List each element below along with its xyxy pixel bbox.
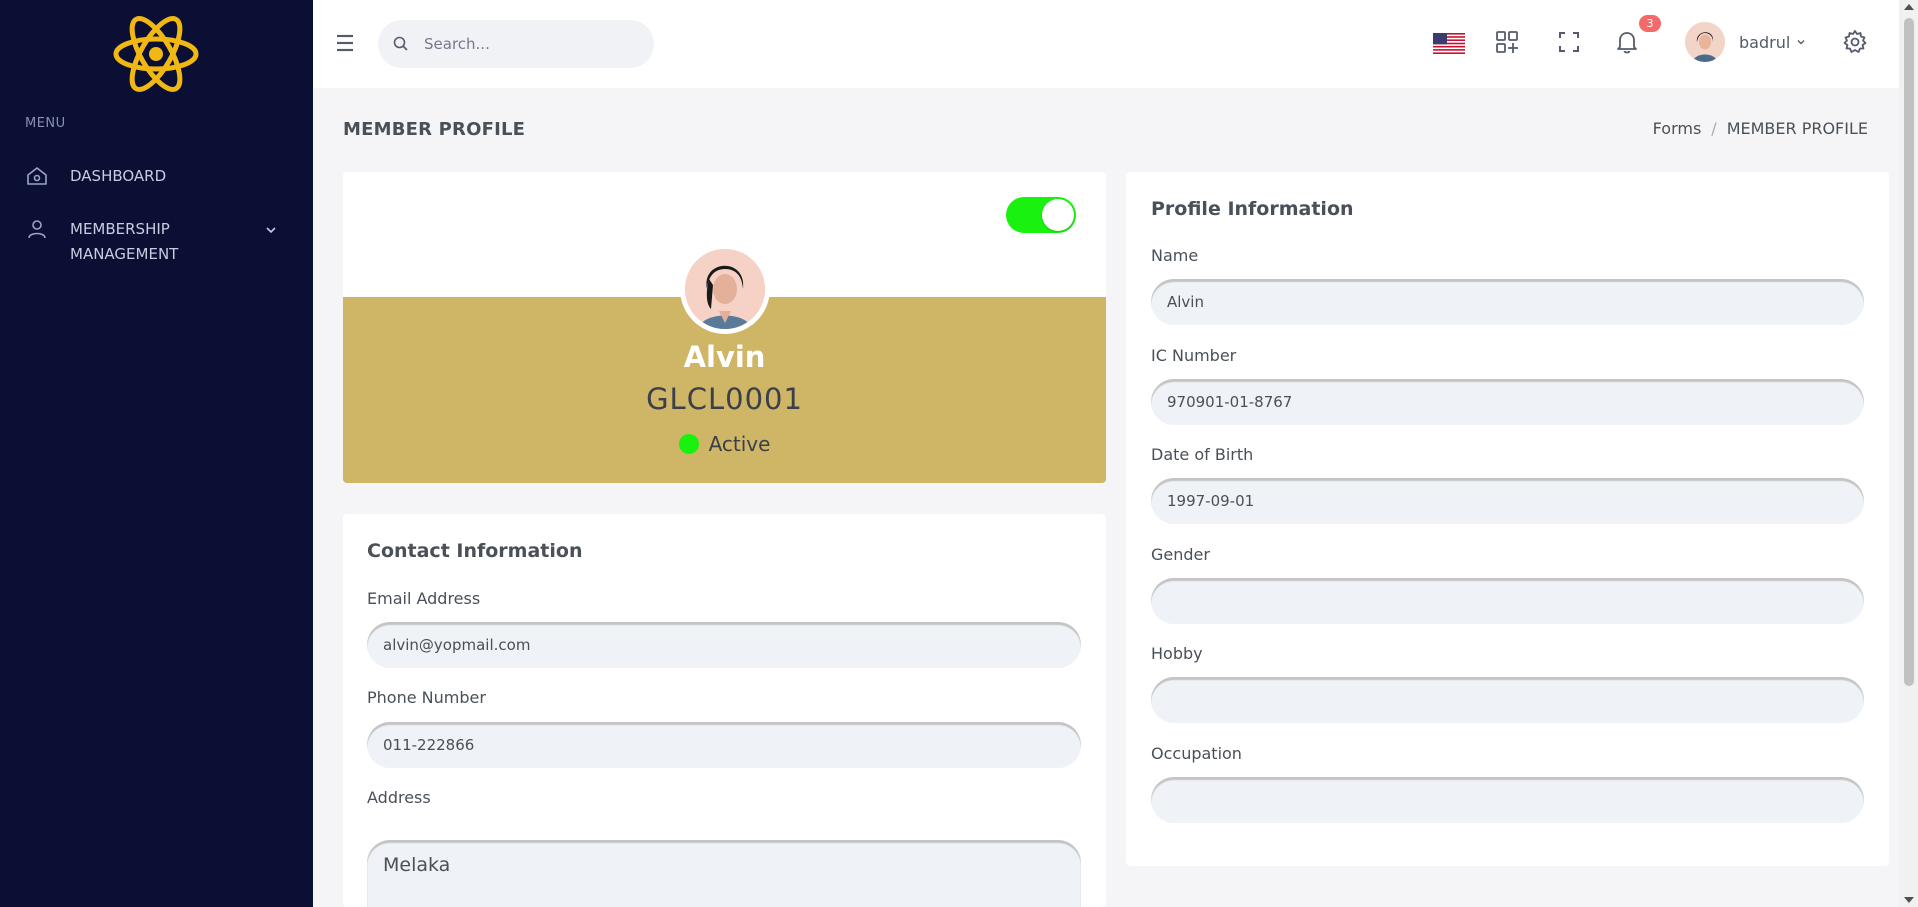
bell-icon[interactable] [1613, 28, 1641, 56]
topbar: 3 badrul [313, 0, 1899, 88]
us-flag-icon[interactable] [1433, 33, 1465, 54]
date-of-birth-label: Date of Birth [1151, 445, 1254, 464]
profile-avatar [680, 244, 770, 334]
scrollbar-thumb[interactable] [1904, 18, 1914, 686]
ic-number-field[interactable] [1151, 379, 1864, 425]
home-icon [27, 167, 47, 185]
member-id: GLCL0001 [646, 382, 803, 416]
sidebar: MENU DASHBOARD MEMBERSHIP MANAGEMENT [0, 0, 313, 907]
profile-summary-card: Alvin GLCL0001 Active [343, 172, 1106, 483]
profile-information-card: Profile Information Name IC Number Date … [1126, 172, 1889, 866]
apps-grid-icon[interactable] [1493, 28, 1521, 56]
card-title: Contact Information [367, 540, 583, 562]
chevron-down-icon [1797, 40, 1805, 45]
search-box [378, 20, 654, 68]
breadcrumb: Forms / MEMBER PROFILE [1653, 119, 1868, 138]
chevron-down-icon[interactable] [264, 223, 278, 237]
scroll-up-arrow-icon[interactable] [1904, 4, 1914, 10]
ic-number-label: IC Number [1151, 346, 1237, 365]
occupation-label: Occupation [1151, 744, 1242, 763]
page-title: MEMBER PROFILE [343, 119, 526, 140]
breadcrumb-item-current: MEMBER PROFILE [1726, 119, 1868, 138]
avatar [1685, 22, 1725, 62]
sidebar-item-membership-management[interactable]: MEMBERSHIP MANAGEMENT [25, 217, 210, 267]
fullscreen-icon[interactable] [1555, 28, 1583, 56]
react-logo-icon[interactable] [112, 12, 200, 96]
status-dot-icon [678, 434, 699, 454]
card-title: Profile Information [1151, 198, 1354, 220]
username: badrul [1739, 32, 1791, 52]
sidebar-item-dashboard[interactable]: DASHBOARD [25, 164, 210, 189]
date-of-birth-field[interactable] [1151, 478, 1864, 524]
scroll-down-arrow-icon[interactable] [1904, 897, 1914, 903]
address-label: Address [367, 788, 431, 807]
gender-label: Gender [1151, 545, 1210, 564]
phone-field[interactable] [367, 722, 1081, 768]
user-icon [28, 220, 46, 239]
occupation-field[interactable] [1151, 777, 1864, 823]
breadcrumb-item-forms[interactable]: Forms [1653, 119, 1702, 138]
user-menu[interactable]: badrul [1685, 22, 1806, 62]
breadcrumb-separator: / [1711, 119, 1717, 138]
contact-information-card: Contact Information Email Address Phone … [343, 514, 1106, 907]
sidebar-item-label: DASHBOARD [70, 167, 167, 185]
phone-label: Phone Number [367, 688, 486, 707]
search-icon [393, 36, 408, 51]
status-indicator: Active [343, 432, 1106, 456]
name-label: Name [1151, 246, 1199, 265]
email-field[interactable] [367, 622, 1081, 668]
menu-title: MENU [25, 116, 66, 131]
name-field[interactable] [1151, 279, 1864, 325]
gender-field[interactable] [1151, 578, 1864, 624]
search-input[interactable] [424, 35, 624, 53]
notification-badge: 3 [1639, 15, 1661, 32]
toggle-knob [1042, 199, 1074, 231]
hobby-field[interactable] [1151, 677, 1864, 723]
email-label: Email Address [367, 589, 481, 608]
hamburger-menu-icon[interactable] [335, 32, 355, 54]
page-scrollbar[interactable] [1899, 0, 1918, 907]
hobby-label: Hobby [1151, 644, 1203, 663]
sidebar-item-label: MEMBERSHIP MANAGEMENT [70, 220, 179, 263]
address-field[interactable]: Melaka [367, 840, 1081, 907]
status-toggle[interactable] [1006, 197, 1076, 233]
profile-name: Alvin [683, 340, 766, 374]
status-label: Active [708, 432, 771, 456]
settings-gear-icon[interactable] [1841, 28, 1869, 56]
